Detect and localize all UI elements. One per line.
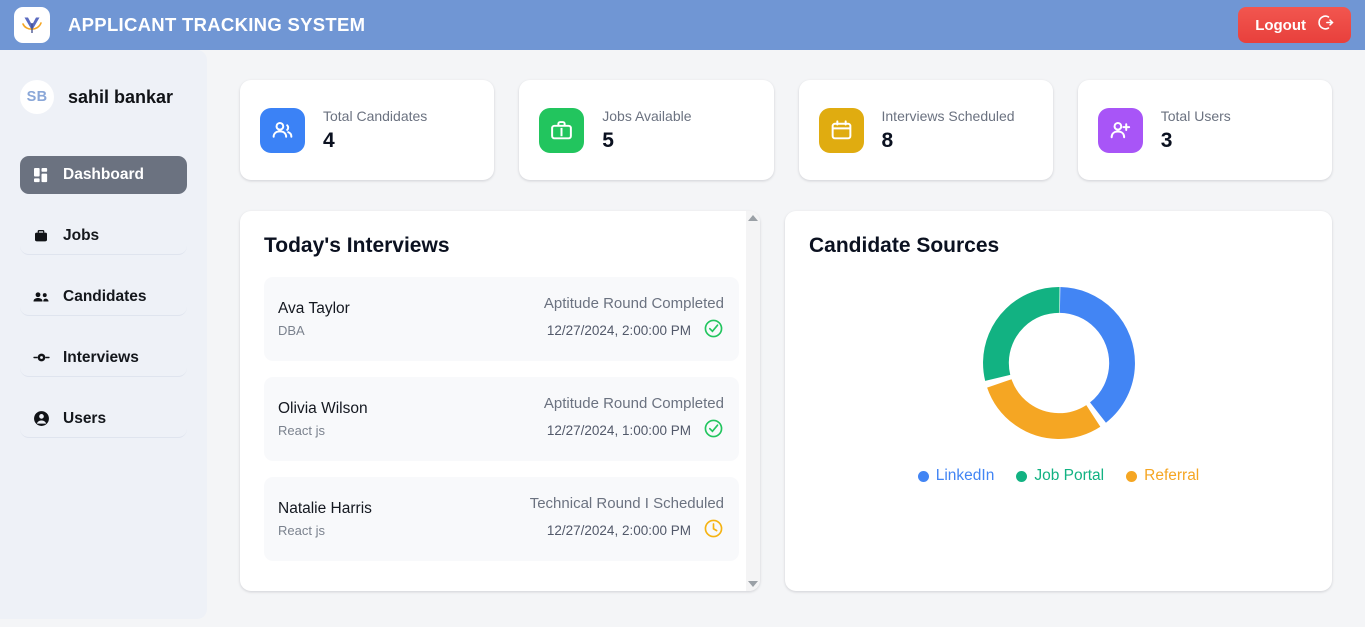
candidate-role: React js: [278, 423, 325, 438]
interview-status: Aptitude Round Completed: [543, 394, 724, 412]
interview-status: Technical Round I Scheduled: [529, 494, 724, 512]
sidebar-item-label: Jobs: [63, 226, 100, 244]
stats-row: Total Candidates 4 Jobs Available 5 Inte…: [240, 80, 1332, 180]
sidebar-item-candidates[interactable]: Candidates: [20, 278, 187, 316]
stat-card-total-candidates[interactable]: Total Candidates 4: [240, 80, 495, 180]
donut-chart: [809, 277, 1308, 449]
logout-button[interactable]: Logout: [1238, 7, 1351, 43]
account-circle-icon: [32, 410, 50, 428]
check-circle-icon: [703, 418, 724, 444]
legend-dot-icon: [1126, 470, 1138, 482]
page-title: APPLICANT TRACKING SYSTEM: [68, 14, 366, 35]
legend-dot-icon: [917, 470, 929, 482]
interview-time: 12/27/2024, 2:00:00 PM: [546, 523, 691, 538]
interview-status: Aptitude Round Completed: [543, 294, 724, 312]
candidate-sources-donut-svg: [982, 287, 1135, 439]
interview-time: 12/27/2024, 1:00:00 PM: [546, 423, 691, 438]
sidebar-user: SB sahil bankar: [20, 80, 187, 114]
stat-value: 8: [881, 128, 894, 152]
stat-label: Total Candidates: [323, 107, 428, 124]
list-item[interactable]: Olivia Wilson React js Aptitude Round Co…: [264, 377, 739, 461]
legend-label: Job Portal: [1034, 467, 1105, 484]
panel-title: Candidate Sources: [809, 234, 1000, 257]
interviews-list: Ava Taylor DBA Aptitude Round Completed …: [240, 277, 760, 589]
group-people-icon: [260, 107, 305, 153]
sidebar-item-label: Candidates: [63, 287, 147, 305]
stat-label: Total Users: [1160, 107, 1231, 124]
list-item[interactable]: Natalie Harris React js Technical Round …: [264, 477, 739, 561]
legend-dot-icon: [1016, 470, 1028, 482]
candidate-name: Natalie Harris: [278, 500, 372, 517]
logout-button-label: Logout: [1255, 16, 1306, 34]
sidebar-item-interviews[interactable]: Interviews: [20, 339, 187, 377]
chart-legend: LinkedIn Job Portal Referral: [809, 467, 1308, 485]
legend-label: Referral: [1144, 467, 1200, 484]
stat-card-jobs-available[interactable]: Jobs Available 5: [519, 80, 774, 180]
legend-item-job-portal[interactable]: Job Portal: [1016, 467, 1104, 485]
panel-title: Today's Interviews: [264, 234, 450, 257]
stat-card-interviews-scheduled[interactable]: Interviews Scheduled 8: [798, 80, 1053, 180]
dashboard-grid-icon: [32, 166, 50, 184]
sidebar-item-label: Dashboard: [63, 166, 144, 183]
sidebar-item-label: Interviews: [63, 348, 139, 366]
scroll-down-arrow-icon[interactable]: [748, 581, 758, 587]
todays-interviews-panel: Today's Interviews Ava Taylor DBA Aptitu…: [240, 211, 760, 591]
candidate-name: Ava Taylor: [278, 300, 350, 317]
sidebar-item-label: Users: [63, 409, 107, 427]
legend-label: LinkedIn: [935, 467, 995, 484]
sidebar: SB sahil bankar Dashboard Jobs Candidate…: [0, 50, 207, 619]
sidebar-item-dashboard[interactable]: Dashboard: [20, 156, 187, 194]
legend-item-linkedin[interactable]: LinkedIn: [917, 467, 995, 485]
briefcase-icon: [32, 227, 50, 245]
candidate-role: DBA: [278, 323, 305, 338]
main-content: Total Candidates 4 Jobs Available 5 Inte…: [207, 50, 1365, 627]
check-circle-icon: [703, 318, 724, 344]
calendar-icon: [818, 107, 864, 153]
briefcase-icon: [539, 107, 585, 153]
logout-arrow-icon: [1315, 13, 1334, 37]
scroll-up-arrow-icon[interactable]: [748, 215, 758, 221]
stat-label: Jobs Available: [602, 107, 692, 124]
people-icon: [32, 288, 50, 306]
app-logo: [14, 7, 50, 43]
stat-label: Interviews Scheduled: [881, 107, 1015, 124]
stat-value: 5: [602, 128, 614, 152]
sidebar-item-jobs[interactable]: Jobs: [20, 217, 187, 255]
clock-icon: [703, 518, 724, 544]
scrollbar[interactable]: [746, 211, 760, 591]
v-bird-logo-icon: [22, 17, 42, 33]
stat-value: 3: [1160, 128, 1173, 152]
eye-person-icon: [32, 349, 50, 367]
panels-row: Today's Interviews Ava Taylor DBA Aptitu…: [240, 211, 1332, 591]
sidebar-item-users[interactable]: Users: [20, 400, 187, 438]
legend-item-referral[interactable]: Referral: [1126, 467, 1199, 485]
interview-time: 12/27/2024, 2:00:00 PM: [546, 323, 691, 338]
stat-card-total-users[interactable]: Total Users 3: [1077, 80, 1332, 180]
candidate-sources-panel: Candidate Sources LinkedIn Job Portal Re…: [785, 211, 1332, 591]
app-header: APPLICANT TRACKING SYSTEM Logout: [0, 0, 1365, 50]
person-add-icon: [1097, 107, 1143, 153]
candidate-name: Olivia Wilson: [278, 400, 368, 417]
sidebar-user-name: sahil bankar: [68, 86, 174, 107]
list-item[interactable]: Ava Taylor DBA Aptitude Round Completed …: [264, 277, 739, 361]
candidate-role: React js: [278, 523, 325, 538]
stat-value: 4: [323, 128, 335, 152]
avatar: SB: [20, 80, 54, 114]
